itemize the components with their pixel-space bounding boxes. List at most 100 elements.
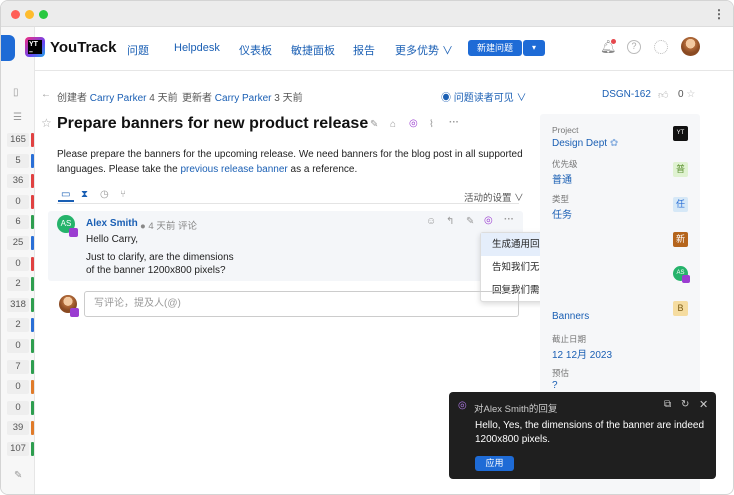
- saved-search-count[interactable]: 0: [7, 195, 29, 209]
- project-value[interactable]: Design Dept ✿: [552, 138, 618, 149]
- reply-icon[interactable]: ↰: [446, 216, 454, 227]
- ai-assistant-icon[interactable]: ◎: [409, 118, 418, 129]
- issue-id[interactable]: DSGN-162: [602, 89, 651, 100]
- ai-badge-icon: [70, 308, 79, 317]
- comment-more-icon[interactable]: ···: [504, 214, 514, 225]
- active-tab-indicator: [58, 200, 74, 202]
- new-issue-button[interactable]: 新建问题: [468, 40, 522, 56]
- subsystem-value[interactable]: Banners: [552, 311, 589, 322]
- back-arrow-icon[interactable]: ←: [41, 89, 51, 100]
- saved-search-count[interactable]: 25: [7, 236, 29, 250]
- star-icon[interactable]: ☆: [686, 89, 695, 100]
- feather-icon[interactable]: [1, 35, 15, 61]
- saved-search-count[interactable]: 0: [7, 339, 29, 353]
- gear-icon[interactable]: ✿: [610, 138, 618, 149]
- title-bar: ⋮: [1, 1, 733, 27]
- updater-link[interactable]: Carry Parker: [215, 93, 272, 104]
- list-icon[interactable]: ☰: [13, 112, 22, 123]
- comment-line-3: of the banner 1200x800 pixels?: [86, 265, 226, 276]
- saved-search-color-bar: [31, 277, 34, 291]
- nav-helpdesk[interactable]: Helpdesk: [174, 42, 220, 54]
- type-badge: 任: [673, 197, 688, 212]
- tag-icon[interactable]: ⌂: [390, 119, 396, 130]
- edit-comment-icon[interactable]: ✎: [466, 216, 474, 227]
- updated-info: 更新者 Carry Parker 3 天前: [182, 89, 303, 104]
- comment-meta: ● 4 天前 评论: [140, 218, 197, 232]
- saved-search-color-bar: [31, 154, 34, 168]
- saved-search-count[interactable]: 0: [7, 401, 29, 415]
- visibility-selector[interactable]: ◉ 问题读者可见 ∨: [441, 89, 527, 104]
- type-value[interactable]: 任务: [552, 206, 572, 221]
- refresh-icon[interactable]: ↻: [681, 399, 689, 410]
- youtrack-logo[interactable]: YT –: [25, 37, 45, 57]
- saved-search-count[interactable]: 107: [7, 442, 29, 456]
- saved-search-color-bar: [31, 421, 34, 435]
- saved-search-color-bar: [31, 236, 34, 250]
- saved-search-count[interactable]: 6: [7, 215, 29, 229]
- due-date-label: 截止日期: [552, 334, 587, 344]
- comment-line-1: Hello Carry,: [86, 234, 139, 245]
- pin-icon[interactable]: ✎: [14, 470, 22, 481]
- saved-search-count[interactable]: 39: [7, 421, 29, 435]
- apply-button[interactable]: 应用: [475, 456, 514, 471]
- saved-search-count[interactable]: 318: [7, 298, 29, 312]
- nav-agile-boards[interactable]: 敏捷面板: [291, 42, 335, 58]
- comment-line-2: Just to clarify, are the dimensions: [86, 252, 234, 263]
- saved-search-color-bar: [31, 339, 34, 353]
- saved-search-count[interactable]: 2: [7, 318, 29, 332]
- minimize-window-button[interactable]: [25, 10, 34, 19]
- attachment-icon[interactable]: ⌇: [429, 119, 434, 130]
- close-window-button[interactable]: [11, 10, 20, 19]
- popup-title: 对Alex Smith的回复: [474, 404, 558, 415]
- saved-search-count[interactable]: 0: [7, 380, 29, 394]
- previous-banner-link[interactable]: previous release banner: [180, 164, 287, 175]
- vote-count: 0 ☆: [678, 89, 695, 100]
- comments-tab-icon[interactable]: ▭: [61, 189, 70, 200]
- edit-icon[interactable]: ✎: [370, 119, 378, 130]
- project-logo: YT: [673, 126, 688, 141]
- saved-search-color-bar: [31, 442, 34, 456]
- help-icon[interactable]: ?: [627, 40, 641, 54]
- saved-search-count[interactable]: 0: [7, 257, 29, 271]
- saved-search-color-bar: [31, 360, 34, 374]
- saved-search-count[interactable]: 2: [7, 277, 29, 291]
- star-outline-icon[interactable]: ☆: [41, 116, 52, 130]
- copy-icon[interactable]: ⧉: [664, 399, 671, 410]
- saved-search-count[interactable]: 7: [7, 360, 29, 374]
- more-horizontal-icon[interactable]: ···: [449, 117, 459, 128]
- brand-name[interactable]: YouTrack: [50, 39, 116, 56]
- hourglass-icon[interactable]: ⧗: [81, 189, 88, 200]
- reaction-icon[interactable]: ☺: [426, 216, 436, 227]
- ai-reply-popup: ◎ 对Alex Smith的回复 ⧉ ↻ ✕ Hello, Yes, the d…: [449, 392, 716, 479]
- nav-issues[interactable]: 问题: [127, 42, 149, 58]
- close-icon[interactable]: ✕: [699, 398, 708, 411]
- maximize-window-button[interactable]: [39, 10, 48, 19]
- creator-link[interactable]: Carry Parker: [90, 93, 147, 104]
- priority-value[interactable]: 普通: [552, 171, 572, 186]
- document-icon[interactable]: ▯: [13, 87, 19, 98]
- chevron-down-icon[interactable]: ▾: [523, 40, 545, 56]
- eye-icon: ◉: [441, 93, 451, 104]
- saved-search-color-bar: [31, 257, 34, 271]
- ai-reply-icon[interactable]: ◎: [484, 215, 493, 226]
- more-vertical-icon[interactable]: ⋮: [713, 7, 725, 21]
- description-text-end: as a reference.: [287, 164, 358, 175]
- estimate-value[interactable]: ?: [552, 380, 558, 391]
- thumbs-up-icon[interactable]: 👍︎: [658, 89, 668, 101]
- saved-search-count[interactable]: 5: [7, 154, 29, 168]
- activity-settings[interactable]: 活动的设置 ∨: [464, 190, 524, 204]
- saved-search-count[interactable]: 36: [7, 174, 29, 188]
- nav-reports[interactable]: 报告: [353, 42, 375, 58]
- comment-author[interactable]: Alex Smith: [86, 218, 138, 229]
- created-label: 创建者: [57, 93, 87, 104]
- history-icon[interactable]: ◷: [100, 189, 109, 200]
- saved-search-count[interactable]: 165: [7, 133, 29, 147]
- user-avatar[interactable]: [681, 37, 700, 56]
- vcs-icon[interactable]: ⑂: [120, 189, 126, 200]
- nav-dashboards[interactable]: 仪表板: [239, 42, 272, 58]
- gear-icon[interactable]: [654, 40, 668, 54]
- saved-search-color-bar: [31, 195, 34, 209]
- due-date-value[interactable]: 12 12月 2023: [552, 346, 612, 361]
- comment-input[interactable]: 写评论，提及人(@): [84, 291, 519, 317]
- nav-more[interactable]: 更多优势 ∨: [395, 42, 453, 58]
